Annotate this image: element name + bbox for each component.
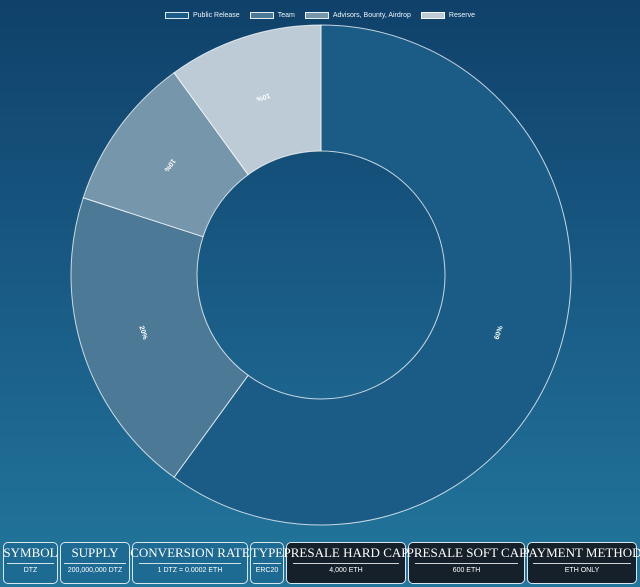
- supply-title: SUPPLY: [71, 545, 119, 560]
- symbol-title: SYMBOL: [3, 545, 58, 560]
- conversion-rate-box: CONVERSION RATE 1 DTZ = 0.0002 ETH: [130, 542, 250, 584]
- supply-box: SUPPLY 200,000,000 DTZ: [60, 542, 130, 584]
- supply-value: 200,000,000 DTZ: [64, 563, 126, 577]
- type-value: ERC20: [252, 563, 282, 577]
- type-box: TYPE ERC20: [250, 542, 284, 584]
- conversion-rate-value: 1 DTZ = 0.0002 ETH: [138, 563, 242, 577]
- payment-method-box: PAYMENT METHOD ETH ONLY: [522, 542, 640, 584]
- presale-hard-cap-box: PRESALE HARD CAP 4,000 ETH: [283, 542, 409, 584]
- symbol-value: DTZ: [6, 563, 55, 577]
- type-title: TYPE: [250, 545, 284, 560]
- doughnut-chart: 60%20%10%10%: [70, 24, 572, 526]
- presale-hard-cap-title: PRESALE HARD CAP: [283, 545, 409, 560]
- payment-method-value: ETH ONLY: [533, 563, 631, 577]
- presale-soft-cap-box: PRESALE SOFT CAP 600 ETH: [406, 542, 527, 584]
- presale-soft-cap-value: 600 ETH: [414, 563, 519, 577]
- symbol-box: SYMBOL DTZ: [3, 542, 58, 584]
- token-info-bar: SYMBOL DTZ SUPPLY 200,000,000 DTZ CONVER…: [3, 542, 640, 584]
- presale-hard-cap-value: 4,000 ETH: [292, 563, 400, 577]
- payment-method-title: PAYMENT METHOD: [522, 545, 640, 560]
- conversion-rate-title: CONVERSION RATE: [130, 545, 250, 560]
- presale-soft-cap-title: PRESALE SOFT CAP: [406, 545, 527, 560]
